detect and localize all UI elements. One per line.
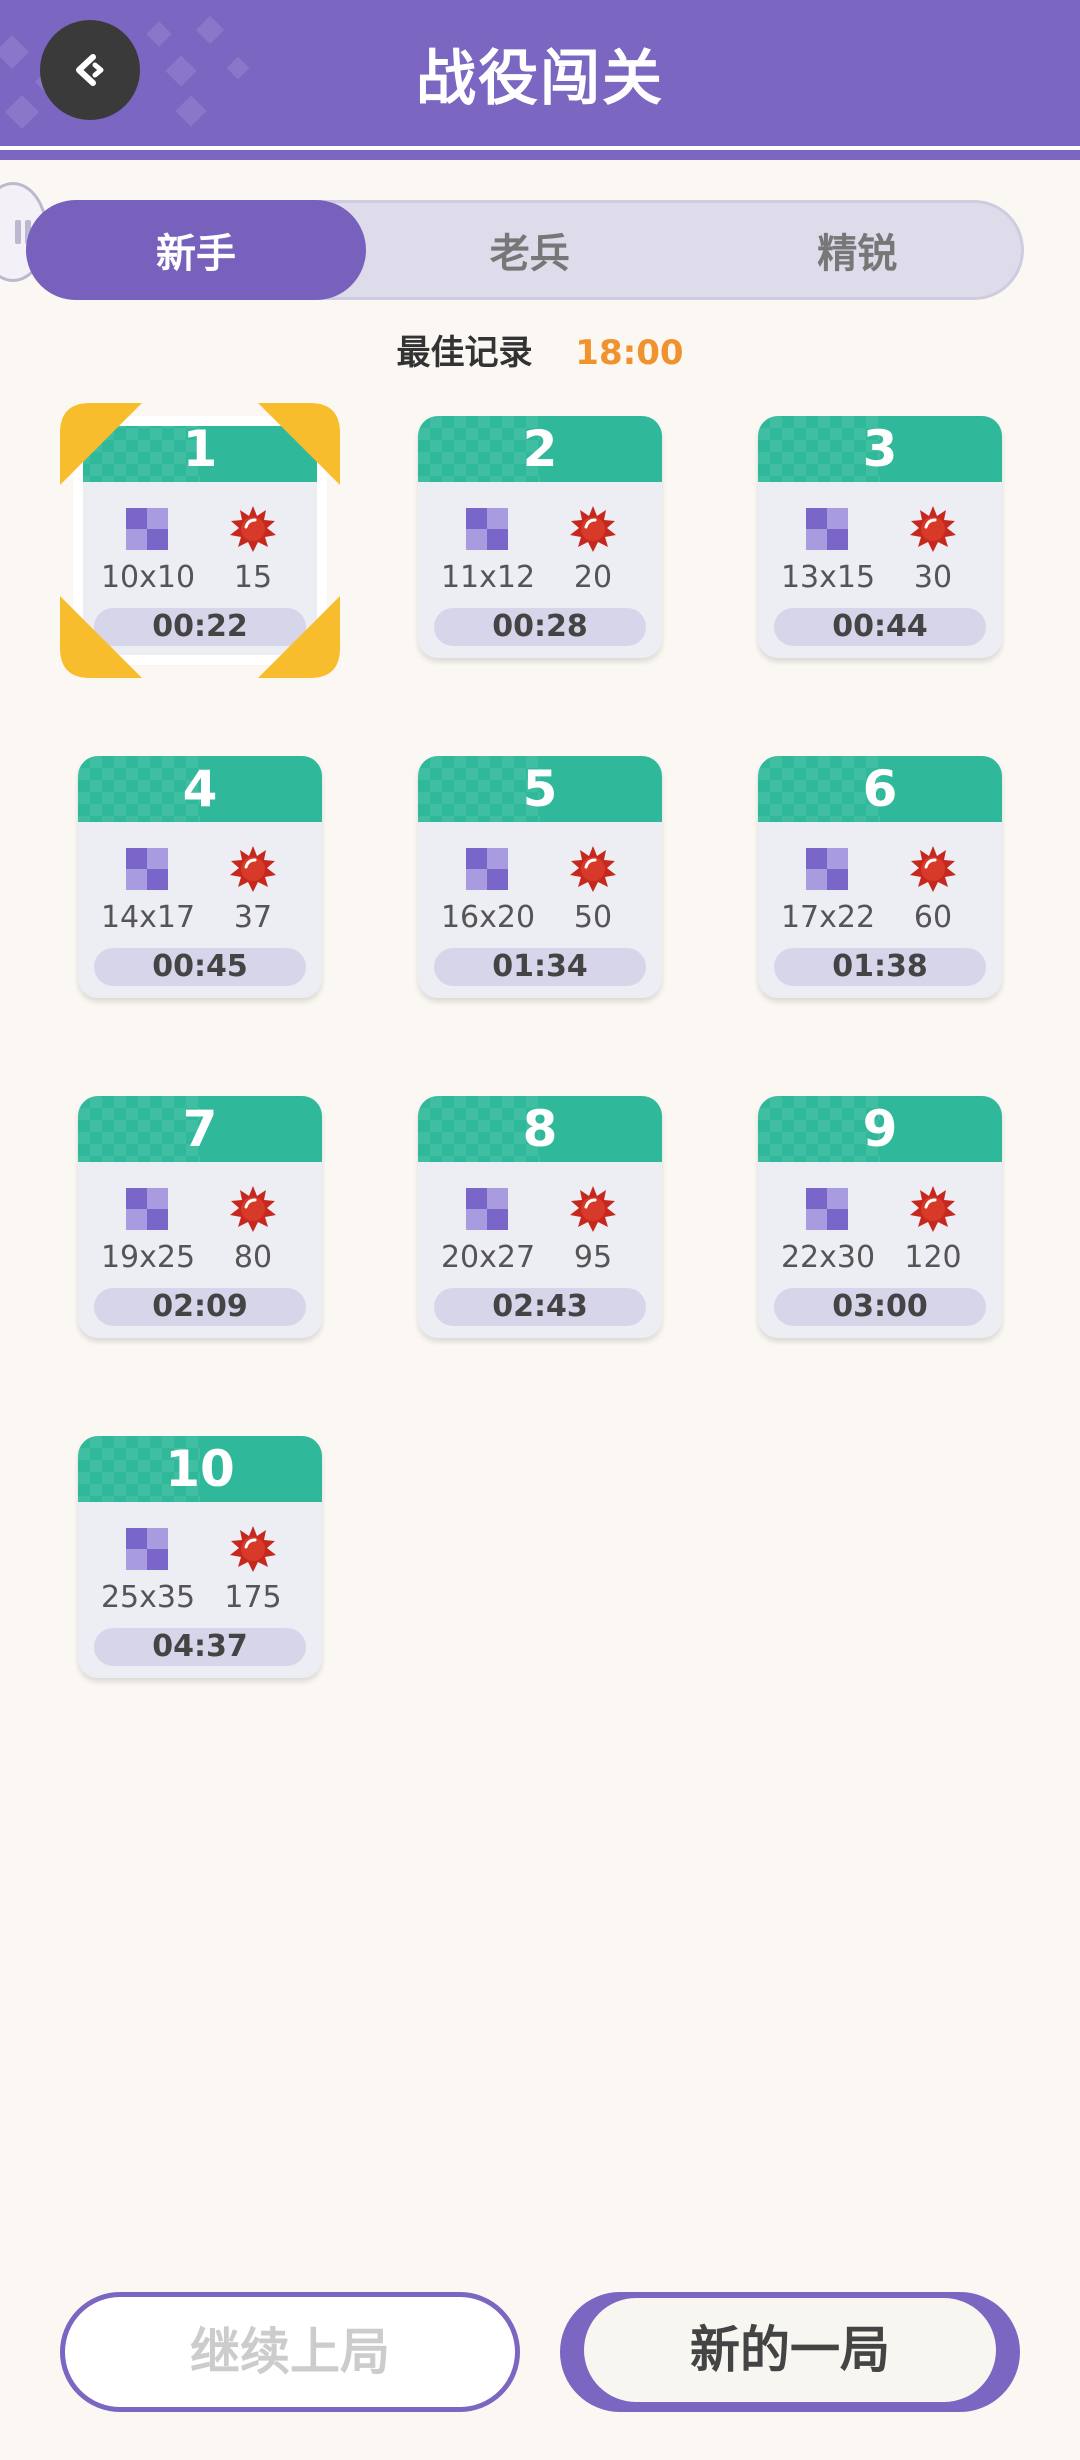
- level-number: 3: [862, 420, 898, 478]
- mine-count: 60: [913, 900, 953, 935]
- continue-game-button[interactable]: 继续上局: [60, 2292, 520, 2412]
- level-card-header: 1: [78, 416, 322, 482]
- difficulty-tabs: 新手 老兵 精锐: [26, 200, 1024, 300]
- mine-icon: [570, 506, 616, 552]
- mine-count: 95: [573, 1240, 613, 1275]
- mine-icon: [230, 506, 276, 552]
- level-number: 2: [522, 420, 558, 478]
- mine-count: 80: [233, 1240, 273, 1275]
- best-time: 01:38: [774, 948, 986, 986]
- level-card-header: 6: [758, 756, 1002, 822]
- new-game-label: 新的一局: [584, 2298, 996, 2402]
- mine-icon: [230, 1186, 276, 1232]
- mine-icon: [230, 1526, 276, 1572]
- mine-icon: [910, 1186, 956, 1232]
- level-card-body: 16x20 50: [418, 822, 662, 935]
- mine-icon: [570, 846, 616, 892]
- level-card[interactable]: 10 25x35 175 04:37: [78, 1436, 322, 1678]
- level-number: 8: [522, 1100, 558, 1158]
- level-card[interactable]: 6 17x22 60 01:38: [758, 756, 1002, 998]
- level-card-header: 9: [758, 1096, 1002, 1162]
- best-time: 03:00: [774, 1288, 986, 1326]
- grid-icon: [466, 1188, 508, 1230]
- level-card[interactable]: 5 16x20 50 01:34: [418, 756, 662, 998]
- handle-bar: [15, 220, 21, 244]
- level-card-body: 20x27 95: [418, 1162, 662, 1275]
- header-divider: [0, 146, 1080, 160]
- grid-icon: [126, 848, 168, 890]
- level-card-header: 3: [758, 416, 1002, 482]
- grid-icon: [126, 508, 168, 550]
- level-card-body: 13x15 30: [758, 482, 1002, 595]
- level-card-body: 10x10 15: [78, 482, 322, 595]
- level-number: 5: [522, 760, 558, 818]
- level-card-body: 14x17 37: [78, 822, 322, 935]
- mine-icon: [910, 846, 956, 892]
- grid-icon: [466, 848, 508, 890]
- mine-icon: [230, 846, 276, 892]
- level-card-header: 10: [78, 1436, 322, 1502]
- grid-icon: [126, 1188, 168, 1230]
- grid-icon: [806, 848, 848, 890]
- best-time: 02:09: [94, 1288, 306, 1326]
- best-time: 00:22: [94, 608, 306, 646]
- new-game-button[interactable]: 新的一局: [560, 2292, 1020, 2412]
- mine-count: 120: [904, 1240, 962, 1275]
- tab-veteran[interactable]: 老兵: [366, 203, 694, 297]
- level-card[interactable]: 2 11x12 20 00:28: [418, 416, 662, 658]
- grid-icon: [806, 1188, 848, 1230]
- level-number: 1: [182, 420, 218, 478]
- grid-icon: [126, 1528, 168, 1570]
- best-time: 02:43: [434, 1288, 646, 1326]
- level-card-header: 2: [418, 416, 662, 482]
- level-card-header: 5: [418, 756, 662, 822]
- mine-count: 50: [573, 900, 613, 935]
- best-record-label: 最佳记录: [396, 333, 533, 373]
- mine-count: 37: [233, 900, 273, 935]
- tab-elite[interactable]: 精锐: [694, 203, 1022, 297]
- best-time: 00:28: [434, 608, 646, 646]
- level-card-body: 22x30 120: [758, 1162, 1002, 1275]
- best-time: 01:34: [434, 948, 646, 986]
- mine-icon: [570, 1186, 616, 1232]
- level-card-header: 7: [78, 1096, 322, 1162]
- level-card-body: 11x12 20: [418, 482, 662, 595]
- level-card[interactable]: 4 14x17 37 00:45: [78, 756, 322, 998]
- level-card-body: 17x22 60: [758, 822, 1002, 935]
- best-time: 04:37: [94, 1628, 306, 1666]
- level-number: 4: [182, 760, 218, 818]
- level-card-body: 25x35 175: [78, 1502, 322, 1615]
- tab-novice[interactable]: 新手: [26, 200, 366, 300]
- page-title: 战役闯关: [416, 44, 664, 114]
- level-card[interactable]: 8 20x27 95 02:43: [418, 1096, 662, 1338]
- level-card[interactable]: 1 10x10 15 00:22: [78, 416, 322, 658]
- best-time: 00:45: [94, 948, 306, 986]
- grid-icon: [806, 508, 848, 550]
- level-card[interactable]: 7 19x25 80 02:09: [78, 1096, 322, 1338]
- level-card[interactable]: 9 22x30 120 03:00: [758, 1096, 1002, 1338]
- mine-count: 15: [233, 560, 273, 595]
- level-number: 6: [862, 760, 898, 818]
- best-record: 最佳记录 18:00: [0, 325, 1080, 374]
- best-record-value: 18:00: [575, 333, 684, 373]
- level-card-header: 8: [418, 1096, 662, 1162]
- mine-count: 175: [224, 1580, 282, 1615]
- level-number: 7: [182, 1100, 218, 1158]
- best-time: 00:44: [774, 608, 986, 646]
- level-card-header: 4: [78, 756, 322, 822]
- level-number: 10: [165, 1440, 235, 1498]
- mine-count: 30: [913, 560, 953, 595]
- level-card[interactable]: 3 13x15 30 00:44: [758, 416, 1002, 658]
- mine-icon: [910, 506, 956, 552]
- level-card-body: 19x25 80: [78, 1162, 322, 1275]
- mine-count: 20: [573, 560, 613, 595]
- grid-icon: [466, 508, 508, 550]
- level-number: 9: [862, 1100, 898, 1158]
- top-bar: 战役闯关: [0, 0, 1080, 146]
